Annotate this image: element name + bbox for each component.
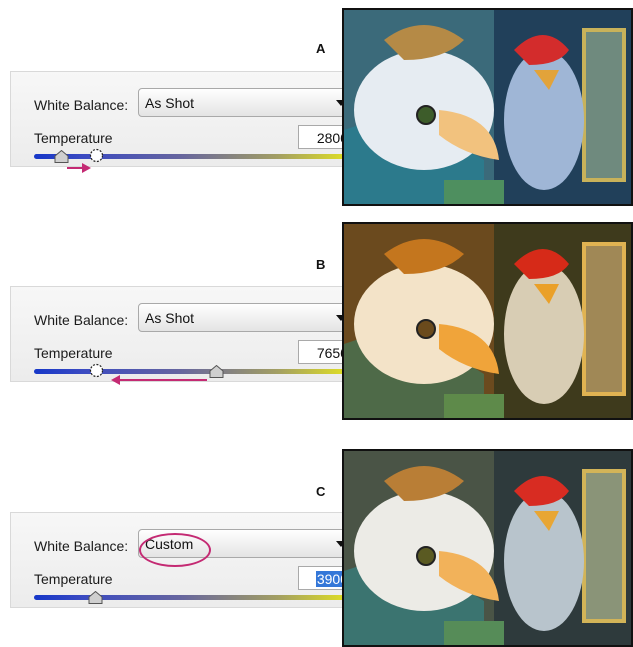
white-balance-dropdown[interactable]: As Shot	[138, 88, 356, 117]
temperature-slider[interactable]	[34, 595, 358, 600]
temperature-label: Temperature	[34, 571, 113, 587]
carousel-image	[344, 224, 631, 418]
white-balance-value: As Shot	[145, 310, 195, 326]
temperature-slider[interactable]	[34, 154, 358, 159]
section-letter: A	[316, 41, 326, 56]
drag-arrow-icon	[111, 375, 207, 385]
temperature-label: Temperature	[34, 130, 113, 146]
carousel-image	[344, 10, 631, 204]
white-balance-label: White Balance:	[34, 312, 129, 328]
white-balance-label: White Balance:	[34, 97, 129, 113]
carousel-photo	[342, 449, 633, 647]
carousel-photo	[342, 222, 633, 420]
white-balance-value: As Shot	[145, 95, 195, 111]
slider-thumb-icon[interactable]	[88, 591, 103, 604]
temperature-label: Temperature	[34, 345, 113, 361]
carousel-photo	[342, 8, 633, 206]
white-balance-panel: White Balance: Custom Temperature 3900	[10, 512, 380, 608]
ghost-thumb-icon	[89, 363, 104, 378]
section-letter: C	[316, 484, 326, 499]
white-balance-panel: White Balance: As Shot Temperature 7650	[10, 286, 380, 382]
carousel-image	[344, 451, 631, 645]
white-balance-label: White Balance:	[34, 538, 129, 554]
white-balance-dropdown[interactable]: As Shot	[138, 303, 356, 332]
drag-arrow-icon	[67, 163, 91, 173]
section-letter: B	[316, 257, 326, 272]
custom-highlight-circle	[139, 533, 211, 567]
ghost-thumb-icon	[89, 148, 104, 163]
white-balance-panel: White Balance: As Shot Temperature 2800	[10, 71, 380, 167]
slider-thumb-icon[interactable]	[209, 365, 224, 378]
